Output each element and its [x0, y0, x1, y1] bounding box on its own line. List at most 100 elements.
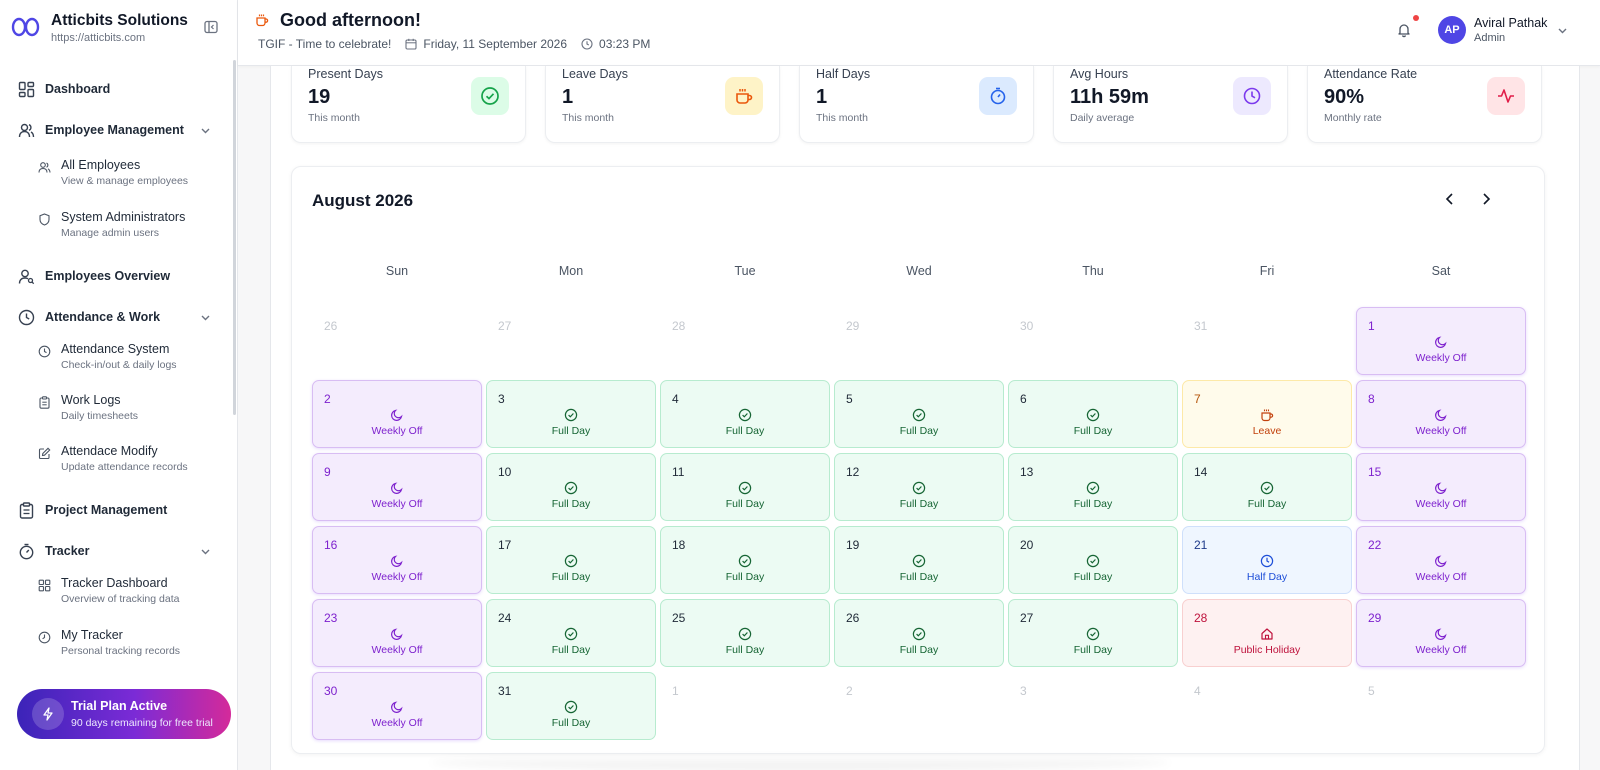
calendar-day[interactable]: 5 Full Day: [834, 380, 1004, 448]
nav-employee-management[interactable]: Employee Management: [18, 119, 184, 141]
calendar-day-outside: 26: [312, 307, 482, 375]
check-circle-icon: [1260, 481, 1274, 495]
calendar-day[interactable]: 31 Full Day: [486, 672, 656, 740]
calendar-day[interactable]: 16 Weekly Off: [312, 526, 482, 594]
sidebar-scrollbar[interactable]: [233, 60, 236, 415]
day-number: 23: [324, 611, 338, 625]
day-number: 10: [498, 465, 512, 479]
chevron-down-icon[interactable]: [200, 125, 211, 136]
day-number: 1: [672, 684, 679, 698]
calendar-day[interactable]: 1 Weekly Off: [1356, 307, 1526, 375]
calendar-day[interactable]: 8 Weekly Off: [1356, 380, 1526, 448]
sidebar-collapse-icon[interactable]: [204, 20, 218, 34]
calendar-day[interactable]: 13 Full Day: [1008, 453, 1178, 521]
day-status: Full Day: [899, 571, 939, 583]
shield-icon: [38, 213, 51, 226]
day-status: Weekly Off: [371, 425, 423, 437]
moon-icon: [390, 408, 404, 422]
day-status: Half Day: [1246, 571, 1288, 583]
calendar-day-outside: 2: [834, 672, 1004, 740]
day-number: 7: [1194, 392, 1201, 406]
calendar-day-outside: 4: [1182, 672, 1352, 740]
calendar-day[interactable]: 7 Leave: [1182, 380, 1352, 448]
stat-title: Avg Hours: [1070, 67, 1129, 81]
day-number: 31: [1194, 319, 1208, 333]
nav-project-management[interactable]: Project Management: [18, 499, 167, 521]
main-content: Present Days 19 This month Leave Days 1 This …: [270, 66, 1580, 770]
chevron-down-icon[interactable]: [1557, 25, 1568, 36]
calendar-day-outside: 30: [1008, 307, 1178, 375]
calendar-day[interactable]: 24 Full Day: [486, 599, 656, 667]
nav-dashboard[interactable]: Dashboard: [18, 78, 110, 100]
calendar-day[interactable]: 21 Half Day: [1182, 526, 1352, 594]
check-circle-icon: [564, 627, 578, 641]
check-circle-icon: [912, 554, 926, 568]
chevron-down-icon[interactable]: [200, 546, 211, 557]
calendar-day[interactable]: 2 Weekly Off: [312, 380, 482, 448]
nav-attendance-work[interactable]: Attendance & Work: [18, 306, 160, 328]
nav-sub-title: System Administrators: [61, 210, 186, 224]
weekday-header: Thu: [1082, 264, 1104, 278]
weekday-header: Fri: [1259, 264, 1275, 278]
nav-tracker-dashboard[interactable]: Tracker Dashboard Overview of tracking da…: [38, 576, 179, 605]
calendar-day[interactable]: 18 Full Day: [660, 526, 830, 594]
clock-icon: [38, 631, 51, 644]
avatar[interactable]: AP: [1438, 16, 1466, 44]
trial-plan-banner[interactable]: Trial Plan Active 90 days remaining for …: [17, 689, 231, 739]
calendar-day[interactable]: 3 Full Day: [486, 380, 656, 448]
day-status: Full Day: [899, 644, 939, 656]
day-status: Full Day: [1073, 498, 1113, 510]
nav-attendance-modify[interactable]: Attendace Modify Update attendance record…: [38, 444, 188, 473]
day-number: 12: [846, 465, 860, 479]
chevron-down-icon[interactable]: [200, 312, 211, 323]
user-name[interactable]: Aviral Pathak: [1474, 16, 1547, 30]
calendar-day[interactable]: 26 Full Day: [834, 599, 1004, 667]
clock-icon: [581, 38, 593, 50]
calendar-day[interactable]: 20 Full Day: [1008, 526, 1178, 594]
calendar-day[interactable]: 23 Weekly Off: [312, 599, 482, 667]
calendar-day[interactable]: 25 Full Day: [660, 599, 830, 667]
calendar-day[interactable]: 17 Full Day: [486, 526, 656, 594]
check-circle-icon: [738, 481, 752, 495]
day-status: Full Day: [725, 498, 765, 510]
day-status: Full Day: [725, 644, 765, 656]
calendar-day[interactable]: 29 Weekly Off: [1356, 599, 1526, 667]
nav-sub-desc: Daily timesheets: [61, 410, 139, 422]
day-number: 3: [1020, 684, 1027, 698]
calendar-day[interactable]: 9 Weekly Off: [312, 453, 482, 521]
calendar-day[interactable]: 10 Full Day: [486, 453, 656, 521]
calendar-day[interactable]: 14 Full Day: [1182, 453, 1352, 521]
nav-label: Attendance & Work: [45, 310, 161, 324]
nav-work-logs[interactable]: Work Logs Daily timesheets: [38, 393, 138, 422]
attendance-calendar: August 2026 Sun Mon Tue Wed Thu Fri Sat 26 27 28 2…: [291, 166, 1545, 754]
chevron-right-icon[interactable]: [1478, 191, 1494, 207]
nav-employees-overview[interactable]: Employees Overview: [18, 265, 170, 287]
calendar-day[interactable]: 27 Full Day: [1008, 599, 1178, 667]
bell-icon[interactable]: [1396, 22, 1412, 38]
calendar-day[interactable]: 11 Full Day: [660, 453, 830, 521]
nav-tracker[interactable]: Tracker: [18, 540, 89, 562]
calendar-day[interactable]: 15 Weekly Off: [1356, 453, 1526, 521]
calendar-day[interactable]: 30 Weekly Off: [312, 672, 482, 740]
day-number: 30: [324, 684, 338, 698]
nav-attendance-system[interactable]: Attendance System Check-in/out & daily lo…: [38, 342, 177, 371]
sidebar: Atticbits Solutions https://atticbits.co…: [0, 0, 238, 770]
check-circle-icon: [1086, 408, 1100, 422]
chevron-left-icon[interactable]: [1442, 191, 1458, 207]
calendar-day[interactable]: 28 Public Holiday: [1182, 599, 1352, 667]
stat-subtitle: This month: [308, 112, 360, 124]
clock-icon: [1233, 77, 1271, 115]
day-status: Full Day: [899, 425, 939, 437]
greeting-tagline: TGIF - Time to celebrate!: [258, 37, 392, 51]
calendar-day[interactable]: 12 Full Day: [834, 453, 1004, 521]
scroll-shadow: [430, 755, 1170, 770]
calendar-day[interactable]: 6 Full Day: [1008, 380, 1178, 448]
calendar-day[interactable]: 19 Full Day: [834, 526, 1004, 594]
nav-all-employees[interactable]: All Employees View & manage employees: [38, 158, 188, 187]
calendar-day-outside: 1: [660, 672, 830, 740]
nav-my-tracker[interactable]: My Tracker Personal tracking records: [38, 628, 180, 657]
day-status: Full Day: [1073, 644, 1113, 656]
calendar-day[interactable]: 4 Full Day: [660, 380, 830, 448]
nav-system-administrators[interactable]: System Administrators Manage admin users: [38, 210, 185, 239]
calendar-day[interactable]: 22 Weekly Off: [1356, 526, 1526, 594]
